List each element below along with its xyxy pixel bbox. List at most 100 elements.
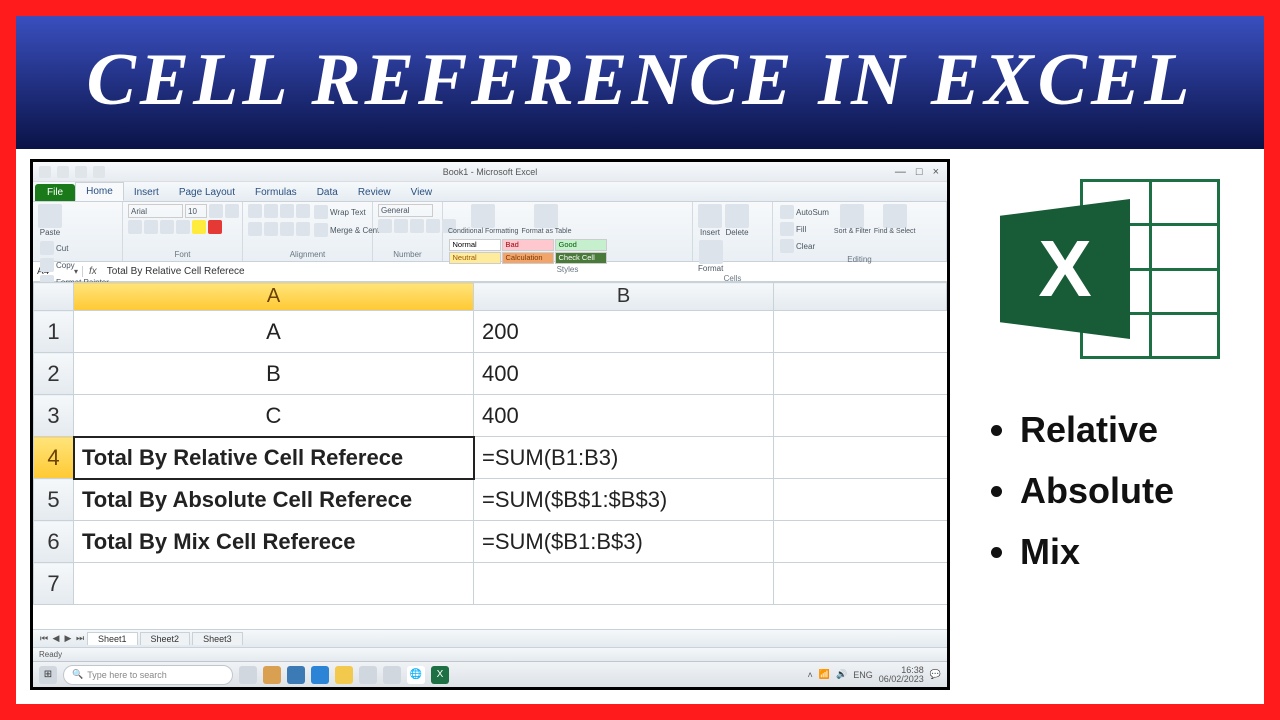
tray-wifi-icon[interactable]: 📶 (819, 669, 830, 680)
redo-icon[interactable] (93, 166, 105, 178)
start-button[interactable]: ⊞ (39, 666, 57, 684)
align-bottom-icon[interactable] (280, 204, 294, 218)
cell-B1[interactable]: 200 (474, 311, 774, 353)
quick-access-toolbar[interactable] (33, 166, 105, 178)
style-calculation[interactable]: Calculation (502, 252, 554, 264)
border-icon[interactable] (176, 220, 190, 234)
inc-decimal-icon[interactable] (426, 219, 440, 233)
cell-A7[interactable] (74, 563, 474, 605)
wrap-text-button[interactable]: Wrap Text (312, 204, 368, 220)
cell-B6[interactable]: =SUM($B1:B$3) (474, 521, 774, 563)
cell-B2[interactable]: 400 (474, 353, 774, 395)
sheet-tab-3[interactable]: Sheet3 (192, 632, 243, 645)
font-size-select[interactable]: 10 (185, 204, 207, 218)
cell-rest-3[interactable] (774, 395, 947, 437)
tab-nav-next-icon[interactable]: ▶ (63, 633, 73, 644)
style-good[interactable]: Good (555, 239, 607, 251)
tray-lang[interactable]: ENG (853, 670, 873, 680)
tab-insert[interactable]: Insert (124, 184, 169, 201)
cell-rest-5[interactable] (774, 479, 947, 521)
taskbar-app-2[interactable] (287, 666, 305, 684)
undo-icon[interactable] (75, 166, 87, 178)
cell-rest-7[interactable] (774, 563, 947, 605)
taskbar-app-3[interactable] (359, 666, 377, 684)
italic-icon[interactable] (144, 220, 158, 234)
col-header-rest[interactable] (774, 283, 947, 311)
sheet-tab-1[interactable]: Sheet1 (87, 632, 138, 645)
find-select-icon[interactable] (883, 204, 907, 228)
taskbar-app-1[interactable] (263, 666, 281, 684)
tab-nav-prev-icon[interactable]: ◀ (51, 633, 61, 644)
insert-cells-icon[interactable] (698, 204, 722, 228)
style-check-cell[interactable]: Check Cell (555, 252, 607, 264)
bold-icon[interactable] (128, 220, 142, 234)
tab-data[interactable]: Data (307, 184, 348, 201)
tray-date[interactable]: 06/02/2023 (879, 675, 924, 684)
excel-taskbar-icon[interactable]: X (431, 666, 449, 684)
tab-formulas[interactable]: Formulas (245, 184, 307, 201)
row-header-5[interactable]: 5 (34, 479, 74, 521)
cell-B3[interactable]: 400 (474, 395, 774, 437)
cell-rest-6[interactable] (774, 521, 947, 563)
cell-A5[interactable]: Total By Absolute Cell Referece (74, 479, 474, 521)
font-name-select[interactable]: Arial (128, 204, 183, 218)
align-center-icon[interactable] (264, 222, 278, 236)
row-header-1[interactable]: 1 (34, 311, 74, 353)
sort-filter-icon[interactable] (840, 204, 864, 228)
style-normal[interactable]: Normal (449, 239, 501, 251)
row-header-2[interactable]: 2 (34, 353, 74, 395)
font-color-icon[interactable] (208, 220, 222, 234)
number-format-select[interactable]: General (378, 204, 433, 217)
fill-color-icon[interactable] (192, 220, 206, 234)
conditional-formatting-icon[interactable] (471, 204, 495, 228)
taskbar-search[interactable]: 🔍 Type here to search (63, 665, 233, 685)
comma-icon[interactable] (410, 219, 424, 233)
paste-icon[interactable] (38, 204, 62, 228)
select-all-corner[interactable] (34, 283, 74, 311)
fill-button[interactable]: Fill (778, 221, 831, 237)
cut-button[interactable]: Cut (38, 240, 111, 256)
percent-icon[interactable] (394, 219, 408, 233)
shrink-font-icon[interactable] (225, 204, 239, 218)
edge-icon[interactable] (311, 666, 329, 684)
copy-button[interactable]: Copy (38, 257, 111, 273)
row-header-3[interactable]: 3 (34, 395, 74, 437)
align-top-icon[interactable] (248, 204, 262, 218)
close-icon[interactable]: × (933, 166, 939, 178)
tab-view[interactable]: View (401, 184, 443, 201)
tab-nav-last-icon[interactable]: ⏭ (75, 633, 85, 644)
task-view-icon[interactable] (239, 666, 257, 684)
tab-file[interactable]: File (35, 184, 75, 201)
tab-page-layout[interactable]: Page Layout (169, 184, 245, 201)
cell-rest-4[interactable] (774, 437, 947, 479)
format-cells-icon[interactable] (699, 240, 723, 264)
cell-grid[interactable]: A B 1A2002B4003C4004Total By Relative Ce… (33, 282, 947, 629)
grow-font-icon[interactable] (209, 204, 223, 218)
col-header-A[interactable]: A (74, 283, 474, 311)
cell-rest-1[interactable] (774, 311, 947, 353)
orientation-icon[interactable] (296, 204, 310, 218)
cell-A4[interactable]: Total By Relative Cell Referece (74, 437, 474, 479)
indent-dec-icon[interactable] (296, 222, 310, 236)
align-left-icon[interactable] (248, 222, 262, 236)
cell-B5[interactable]: =SUM($B$1:$B$3) (474, 479, 774, 521)
taskbar-app-4[interactable] (383, 666, 401, 684)
tab-home[interactable]: Home (75, 182, 124, 201)
underline-icon[interactable] (160, 220, 174, 234)
cell-A3[interactable]: C (74, 395, 474, 437)
style-neutral[interactable]: Neutral (449, 252, 501, 264)
notifications-icon[interactable]: 💬 (930, 669, 941, 680)
col-header-B[interactable]: B (474, 283, 774, 311)
explorer-icon[interactable] (335, 666, 353, 684)
tray-volume-icon[interactable]: 🔊 (836, 669, 847, 680)
minimize-icon[interactable]: — (895, 166, 906, 178)
chrome-icon[interactable]: 🌐 (407, 666, 425, 684)
row-header-7[interactable]: 7 (34, 563, 74, 605)
cell-B4[interactable]: =SUM(B1:B3) (474, 437, 774, 479)
align-middle-icon[interactable] (264, 204, 278, 218)
currency-icon[interactable] (378, 219, 392, 233)
maximize-icon[interactable]: □ (916, 166, 923, 178)
cell-styles-gallery[interactable]: NormalBadGoodNeutralCalculationCheck Cel… (448, 238, 613, 264)
align-right-icon[interactable] (280, 222, 294, 236)
cell-A1[interactable]: A (74, 311, 474, 353)
